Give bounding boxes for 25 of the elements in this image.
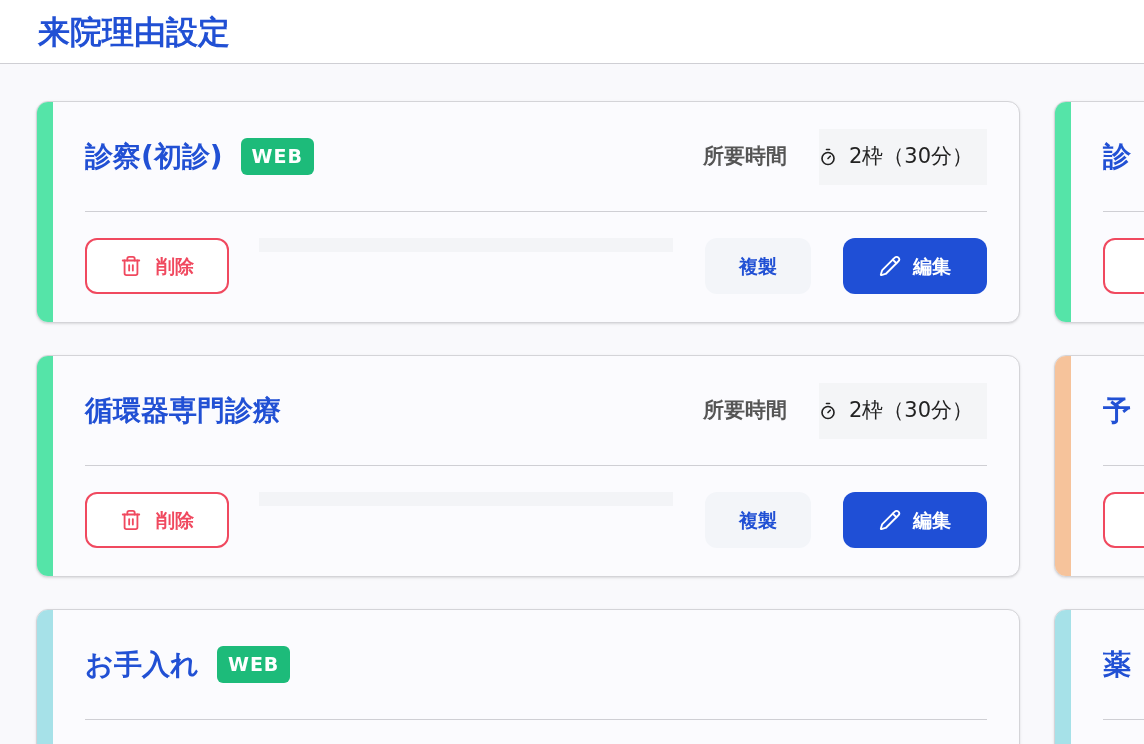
reason-title: 循環器専門診療	[85, 392, 281, 429]
trash-icon	[120, 509, 142, 531]
timer-icon	[818, 147, 837, 166]
web-badge: WEB	[240, 138, 314, 175]
pencil-icon	[879, 509, 901, 531]
page-title: 来院理由設定	[38, 11, 230, 53]
edit-button[interactable]: 編集	[843, 492, 987, 548]
edit-button[interactable]: 編集	[843, 238, 987, 294]
web-badge: WEB	[217, 646, 291, 683]
reason-title: お手入れ	[85, 646, 199, 683]
reason-title: 診察(初診)	[85, 138, 223, 175]
duration-label: 所要時間	[702, 396, 787, 424]
duration-value: 2枠（30分）	[818, 128, 987, 185]
delete-button[interactable]: 削除	[85, 492, 229, 548]
duration-label: 所要時間	[702, 142, 787, 170]
timer-icon	[818, 401, 837, 420]
trash-icon	[120, 255, 142, 277]
copy-button[interactable]: 複製	[705, 492, 811, 548]
delete-button[interactable]: 削除	[85, 238, 229, 294]
copy-button[interactable]: 複製	[705, 238, 811, 294]
reason-title: 薬	[1103, 646, 1131, 683]
reason-title: 診	[1103, 138, 1131, 175]
reason-title: 予	[1103, 392, 1131, 429]
pencil-icon	[879, 255, 901, 277]
duration-value: 2枠（30分）	[818, 382, 987, 439]
